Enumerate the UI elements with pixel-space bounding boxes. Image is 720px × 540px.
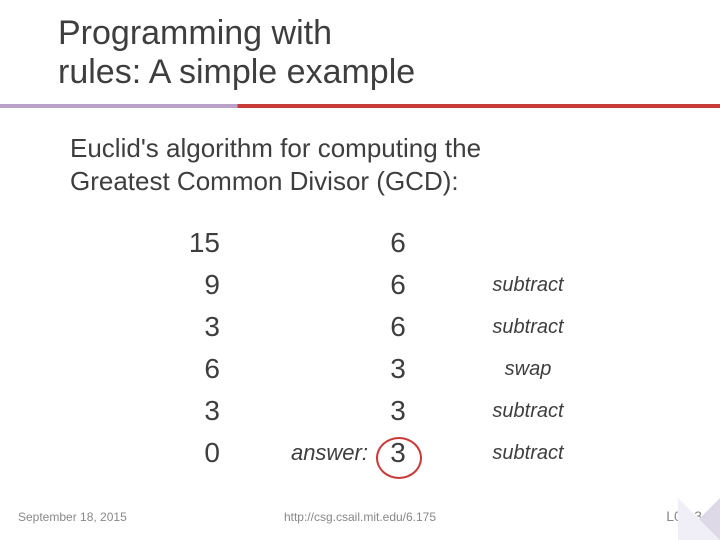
value-b: 6 <box>368 311 428 343</box>
operation-label: subtract <box>428 274 618 297</box>
subtitle-line-1: Euclid's algorithm for computing the <box>70 133 481 163</box>
page-curl-icon <box>678 498 720 540</box>
table-row: 15 6 <box>160 222 618 264</box>
operation-label: subtract <box>428 400 618 423</box>
value-b: 3 <box>368 353 428 385</box>
value-a: 9 <box>160 269 228 301</box>
answer-value: 3 <box>390 437 406 468</box>
value-a: 6 <box>160 353 228 385</box>
table-row: 0 answer: 3 subtract <box>160 432 618 474</box>
table-row: 6 3 swap <box>160 348 618 390</box>
table-row: 9 6 subtract <box>160 264 618 306</box>
subtitle-line-2: Greatest Common Divisor (GCD): <box>70 166 459 196</box>
value-b-answer: 3 <box>368 437 428 469</box>
operation-label: swap <box>428 358 618 381</box>
value-b: 6 <box>368 227 428 259</box>
title-line-2: rules: A simple example <box>58 53 415 91</box>
table-row: 3 6 subtract <box>160 306 618 348</box>
answer-label: answer: <box>228 440 368 466</box>
operation-label: subtract <box>428 442 618 465</box>
table-row: 3 3 subtract <box>160 390 618 432</box>
algorithm-trace: 15 6 9 6 subtract 3 6 subtract 6 3 swap … <box>160 222 618 474</box>
title-line-1: Programming with <box>58 14 332 52</box>
value-b: 3 <box>368 395 428 427</box>
title-underline <box>0 104 720 108</box>
value-b: 6 <box>368 269 428 301</box>
slide-subtitle: Euclid's algorithm for computing the Gre… <box>70 132 481 197</box>
slide-title: Programming with rules: A simple example <box>58 14 415 92</box>
footer-url: http://csg.csail.mit.edu/6.175 <box>0 510 720 524</box>
value-a: 0 <box>160 437 228 469</box>
value-a: 3 <box>160 395 228 427</box>
operation-label: subtract <box>428 316 618 339</box>
value-a: 15 <box>160 227 228 259</box>
value-a: 3 <box>160 311 228 343</box>
